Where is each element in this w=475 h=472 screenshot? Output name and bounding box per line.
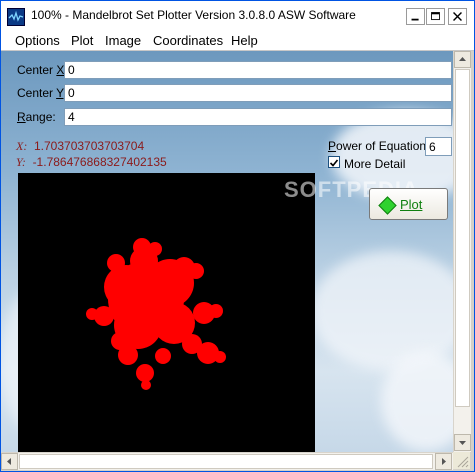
- scroll-up-button[interactable]: [454, 51, 471, 68]
- menu-image[interactable]: Image: [105, 33, 141, 48]
- center-y-label: Center Y:: [17, 86, 67, 100]
- fractal-bulb: [111, 332, 129, 350]
- menu-help[interactable]: Help: [231, 33, 258, 48]
- title-bar[interactable]: 100% - Mandelbrot Set Plotter Version 3.…: [1, 1, 474, 31]
- green-gem-icon: [378, 196, 397, 215]
- center-x-label: Center X:: [17, 63, 68, 77]
- fractal-bulb: [86, 308, 98, 320]
- window-title: 100% - Mandelbrot Set Plotter Version 3.…: [31, 8, 356, 22]
- horizontal-scrollbar[interactable]: [1, 452, 453, 470]
- power-input[interactable]: [425, 137, 452, 156]
- menu-plot[interactable]: Plot: [71, 33, 93, 48]
- fractal-bulb: [148, 242, 162, 256]
- scroll-down-button[interactable]: [454, 434, 471, 451]
- menu-options[interactable]: Options: [15, 33, 60, 48]
- range-label: Range:: [17, 110, 56, 124]
- fractal-bulb: [155, 348, 171, 364]
- fractal-bulb: [136, 364, 154, 382]
- range-input[interactable]: [64, 108, 452, 126]
- menu-bar: Options Plot Image Coordinates Help: [1, 30, 474, 51]
- mandelbrot-app-icon[interactable]: [7, 8, 25, 26]
- x-coord-label: X:: [16, 139, 28, 153]
- center-x-input[interactable]: [64, 61, 452, 79]
- cursor-x-readout: X: 1.703703703703704: [16, 139, 144, 154]
- fractal-bulb: [107, 254, 125, 272]
- power-label: Power of Equation:: [328, 139, 430, 153]
- fractal-bulb: [188, 263, 204, 279]
- minimize-button[interactable]: [406, 8, 425, 25]
- cursor-y-readout: Y: -1.786476868327402135: [16, 155, 167, 170]
- size-grip-icon: [457, 456, 469, 468]
- more-detail-checkbox[interactable]: [328, 156, 340, 168]
- x-coord-value: 1.703703703703704: [34, 139, 145, 153]
- maximize-button[interactable]: [426, 8, 445, 25]
- arrow-right-icon: [442, 458, 446, 465]
- fractal-bulb: [214, 351, 226, 363]
- fractal-image: [86, 238, 226, 390]
- resize-grip[interactable]: [453, 452, 470, 469]
- fractal-canvas[interactable]: [18, 173, 315, 452]
- more-detail-label[interactable]: More Detail: [344, 157, 405, 171]
- scroll-right-button[interactable]: [435, 453, 452, 470]
- arrow-down-icon: [459, 441, 466, 445]
- fractal-bulb: [141, 380, 151, 390]
- horizontal-scroll-thumb[interactable]: [19, 454, 433, 469]
- client-area: Center X: Center Y: Range: X: 1.70370370…: [1, 51, 453, 452]
- maximize-icon: [431, 12, 440, 21]
- menu-coordinates[interactable]: Coordinates: [153, 33, 223, 48]
- checkmark-icon: [329, 159, 339, 167]
- fractal-bulb: [209, 304, 223, 318]
- arrow-up-icon: [459, 57, 466, 61]
- app-window: 100% - Mandelbrot Set Plotter Version 3.…: [0, 0, 475, 472]
- plot-button-label: Plot: [400, 197, 423, 212]
- arrow-left-icon: [7, 458, 11, 465]
- y-coord-value: -1.786476868327402135: [32, 155, 167, 169]
- scroll-left-button[interactable]: [1, 453, 18, 470]
- minimize-icon: [411, 18, 419, 21]
- y-coord-label: Y:: [16, 155, 26, 169]
- plot-button[interactable]: Plot: [369, 188, 448, 220]
- close-button[interactable]: [448, 8, 467, 25]
- center-y-input[interactable]: [64, 84, 452, 102]
- vertical-scrollbar[interactable]: [453, 51, 471, 452]
- close-icon: [453, 12, 462, 21]
- vertical-scroll-thumb[interactable]: [455, 69, 470, 407]
